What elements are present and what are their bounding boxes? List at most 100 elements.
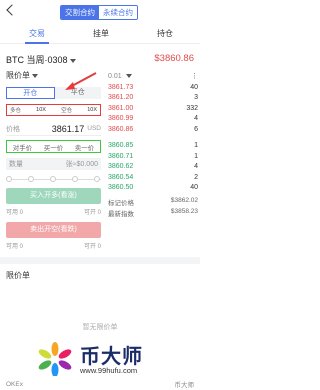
watermark-url: www.99hufu.com <box>80 366 138 375</box>
index-price-label: 最新指数 <box>108 211 134 218</box>
section-divider <box>0 257 200 264</box>
bid-price: 3860.50 <box>108 184 134 192</box>
buy-long-button[interactable]: 买入开多(看涨) <box>6 188 101 204</box>
ask-price: 3861.20 <box>108 94 134 102</box>
ask-qty: 332 <box>186 104 198 112</box>
index-price-row: 最新指数 $3858.23 <box>108 208 198 218</box>
slider-stop[interactable] <box>50 176 56 182</box>
bid-row[interactable]: 3860.71 1 <box>108 151 198 162</box>
top-bar: 交割合约 永续合约 <box>0 0 200 22</box>
bid-qty: 40 <box>190 184 198 192</box>
avail-short-row: 可用 0 可开 0 <box>6 241 101 250</box>
ask-price: 3861.00 <box>108 104 134 112</box>
short-leverage-label: 空仓 <box>61 108 73 114</box>
chevron-down-icon <box>125 73 132 78</box>
empty-limit-orders: 暂无限价单 <box>82 324 118 331</box>
ask-qty: 6 <box>194 125 198 133</box>
slider-stop[interactable] <box>6 176 12 182</box>
contract-type-switch: 交割合约 永续合约 <box>60 5 138 20</box>
bid-price: 3860.54 <box>108 173 134 181</box>
ask-row[interactable]: 3860.99 4 <box>108 114 198 125</box>
pair-selector[interactable]: BTC 当周·0308 <box>6 53 76 66</box>
slider-stop[interactable] <box>94 176 100 182</box>
ask-row[interactable]: 3861.73 40 <box>108 82 198 93</box>
avail-long-label: 可用 0 <box>6 210 24 216</box>
chevron-down-icon <box>69 58 76 63</box>
long-leverage-label: 多仓 <box>10 108 22 114</box>
opponent-price-button[interactable]: 对手价 <box>13 142 33 152</box>
open-position-button[interactable]: 开仓 <box>6 87 55 99</box>
depth-value: 0.01 <box>108 72 122 80</box>
bid-price: 3860.85 <box>108 142 134 150</box>
depth-select[interactable]: 0.01 <box>108 73 132 80</box>
order-book-header: 0.01 ⋮ <box>108 70 198 82</box>
ask-qty: 40 <box>190 83 198 91</box>
mark-price-label: 标记价格 <box>108 200 134 207</box>
quantity-slider[interactable] <box>6 176 101 182</box>
price-label: 价格 <box>6 125 20 133</box>
bid-row[interactable]: 3860.62 4 <box>108 162 198 173</box>
last-price: $3860.86 <box>154 53 194 64</box>
order-book-menu-icon[interactable]: ⋮ <box>191 72 198 80</box>
bid-qty: 4 <box>194 163 198 171</box>
sell-short-button[interactable]: 卖出开空(看跌) <box>6 222 101 238</box>
bid-row[interactable]: 3860.85 1 <box>108 141 198 152</box>
price-field[interactable]: 价格 3861.17 USD <box>6 122 101 136</box>
mark-price-row: 标记价格 $3862.02 <box>108 197 198 207</box>
tab-underline <box>25 42 49 44</box>
watermark: 币大师 www.99hufu.com <box>30 338 200 382</box>
price-unit: USD <box>87 125 101 132</box>
leverage-row[interactable]: 多仓 10X 空仓 10X <box>6 104 101 116</box>
ask-qty: 3 <box>194 94 198 102</box>
ask-one-price-button[interactable]: 卖一价 <box>75 142 95 152</box>
slider-stop[interactable] <box>28 176 34 182</box>
pair-name: BTC 当周·0308 <box>6 55 68 65</box>
ask-row[interactable]: 3860.86 6 <box>108 124 198 135</box>
avail-short-label: 可用 0 <box>6 244 24 250</box>
order-type-label: 限价单 <box>6 71 30 80</box>
bid-qty: 2 <box>194 173 198 181</box>
ask-row[interactable]: 3861.20 3 <box>108 93 198 104</box>
bid-one-price-button[interactable]: 买一价 <box>44 142 64 152</box>
trade-form: 限价单 开仓 平仓 多仓 10X 空仓 10X 价格 3861.17 USD 对… <box>6 70 106 250</box>
avail-long-right: 可开 0 <box>83 210 101 216</box>
avail-short-right: 可开 0 <box>83 244 101 250</box>
tab-orders[interactable]: 挂单 <box>76 28 126 39</box>
short-leverage-value: 10X <box>87 107 97 113</box>
flower-logo-icon <box>38 342 72 376</box>
price-value: 3861.17 <box>51 123 85 134</box>
bottom-left-label: OKEx <box>6 380 23 388</box>
bid-row[interactable]: 3860.54 2 <box>108 172 198 183</box>
quantity-label: 数量 <box>9 161 23 168</box>
quick-price-row: 对手价 买一价 卖一价 <box>6 140 101 153</box>
back-arrow-icon[interactable] <box>6 4 18 16</box>
bid-qty: 1 <box>194 152 198 160</box>
tab-positions[interactable]: 持仓 <box>140 28 190 39</box>
index-price-value: $3858.23 <box>170 208 198 215</box>
ask-qty: 4 <box>194 115 198 123</box>
bid-qty: 1 <box>194 142 198 150</box>
bid-price: 3860.71 <box>108 152 134 160</box>
ask-price: 3861.73 <box>108 83 134 91</box>
long-leverage-value: 10X <box>36 107 46 113</box>
bottom-right-label: 币大师 <box>174 382 195 389</box>
ask-price: 3860.99 <box>108 115 134 123</box>
watermark-title: 币大师 <box>80 346 143 368</box>
main-tabs: 交易 挂单 持仓 <box>0 26 200 44</box>
segment-delivery-contract[interactable]: 交割合约 <box>61 6 99 19</box>
chevron-down-icon <box>32 73 38 78</box>
mark-price-value: $3862.02 <box>170 197 198 204</box>
tab-trade[interactable]: 交易 <box>12 28 62 39</box>
quantity-unit: 张≈$0.000 <box>65 161 98 168</box>
quantity-field[interactable]: 数量 张≈$0.000 <box>6 158 101 170</box>
avail-long-row: 可用 0 可开 0 <box>6 207 101 216</box>
bid-price: 3860.62 <box>108 163 134 171</box>
bottom-strip: OKEx 币大师 <box>0 378 200 390</box>
slider-stop[interactable] <box>72 176 78 182</box>
bid-row[interactable]: 3860.50 40 <box>108 183 198 194</box>
ask-row[interactable]: 3861.00 332 <box>108 103 198 114</box>
limit-orders-title: 限价单 <box>6 271 30 280</box>
order-book: 0.01 ⋮ 3861.73 40 3861.20 3 3861.00 332 … <box>108 70 198 219</box>
ask-price: 3860.86 <box>108 125 134 133</box>
segment-perpetual-contract[interactable]: 永续合约 <box>99 6 137 19</box>
